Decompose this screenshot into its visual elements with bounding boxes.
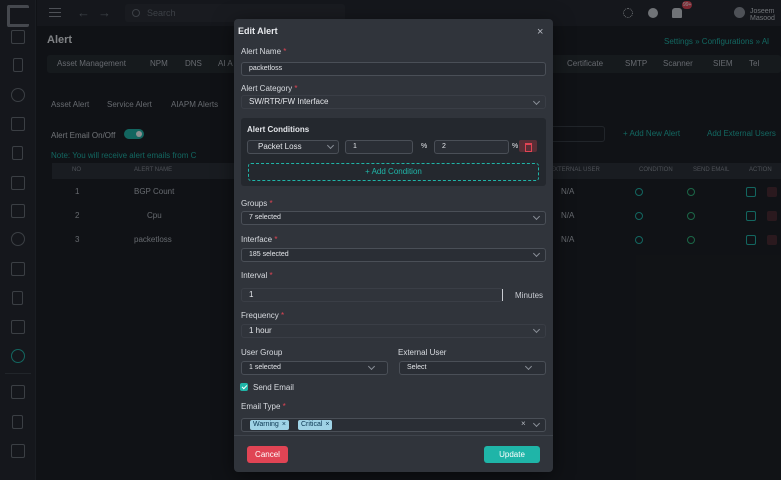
send-email-checkbox[interactable] — [240, 383, 248, 391]
condition-value-1-input[interactable]: 1 — [345, 140, 413, 154]
alert-category-select[interactable]: SW/RTR/FW Interface — [241, 95, 546, 109]
email-type-tag-critical: Critical × — [298, 420, 333, 430]
update-button[interactable]: Update — [484, 446, 540, 463]
remove-tag-icon[interactable]: × — [325, 421, 329, 428]
delete-condition-trash-icon[interactable] — [519, 140, 537, 152]
interface-label: Interface * — [241, 235, 278, 244]
interval-unit: Minutes — [515, 291, 544, 300]
modal-title: Edit Alert — [238, 26, 278, 36]
groups-label: Groups * — [241, 199, 273, 208]
clear-all-icon[interactable]: × — [521, 419, 526, 428]
interval-label: Interval * — [241, 271, 273, 280]
modal-footer-divider — [234, 435, 553, 436]
condition-unit-2: % — [512, 143, 519, 150]
external-user-select[interactable]: Select — [399, 361, 546, 375]
alert-name-label: Alert Name * — [241, 47, 287, 56]
alert-conditions-panel: Alert Conditions Packet Loss 1 % 2 % + A… — [241, 118, 546, 186]
condition-value-2-input[interactable]: 2 — [434, 140, 509, 154]
edit-alert-modal: Edit Alert × Alert Name * packetloss Ale… — [234, 19, 553, 472]
send-email-label[interactable]: Send Email — [253, 383, 294, 392]
interface-select[interactable]: 185 selected — [241, 248, 546, 262]
frequency-select[interactable]: 1 hour — [241, 324, 546, 338]
alert-conditions-title: Alert Conditions — [247, 125, 310, 134]
close-icon[interactable]: × — [537, 27, 543, 38]
add-condition-button[interactable]: + Add Condition — [248, 163, 539, 181]
interval-input[interactable]: 1 — [241, 288, 503, 302]
condition-metric-select[interactable]: Packet Loss — [247, 140, 339, 154]
frequency-label: Frequency * — [241, 311, 285, 320]
alert-name-input[interactable]: packetloss — [241, 62, 546, 76]
cancel-button[interactable]: Cancel — [247, 446, 288, 463]
user-group-select[interactable]: 1 selected — [241, 361, 388, 375]
groups-select[interactable]: 7 selected — [241, 211, 546, 225]
email-type-tag-warning: Warning × — [250, 420, 289, 430]
email-type-label: Email Type * — [241, 402, 286, 411]
alert-category-label: Alert Category * — [241, 84, 298, 93]
user-group-label: User Group — [241, 348, 283, 357]
external-user-label: External User — [398, 348, 447, 357]
remove-tag-icon[interactable]: × — [282, 421, 286, 428]
condition-unit-1: % — [421, 143, 428, 150]
interval-unit-separator — [502, 289, 503, 301]
